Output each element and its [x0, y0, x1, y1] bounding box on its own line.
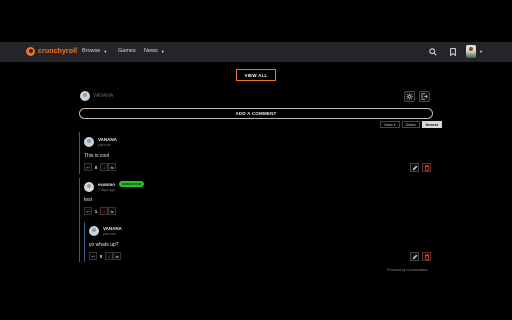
downvote-button[interactable]: ↓ — [105, 252, 113, 260]
sort-oldest[interactable]: Oldest — [401, 121, 420, 128]
avatar — [466, 45, 476, 58]
logo-mark — [26, 47, 35, 56]
share-icon[interactable]: ⇆ — [113, 252, 121, 260]
sort-newest[interactable]: Newest — [421, 121, 442, 128]
crunchyroll-logo[interactable]: crunchyroll — [26, 47, 77, 56]
vote-count: 0 — [94, 164, 98, 170]
top-navigation: crunchyroll Browse ▼ Games News ▼ ▼ — [0, 42, 512, 62]
reply-author[interactable]: VANANA — [103, 226, 122, 231]
reply-time: just now — [103, 232, 116, 236]
moderator-badge: MODERATOR — [119, 181, 145, 187]
logo-text: crunchyroll — [38, 48, 78, 55]
add-comment-button[interactable]: ADD A COMMENT — [79, 108, 433, 119]
edit-button[interactable] — [410, 163, 419, 172]
reply-icon[interactable]: ↩ — [84, 163, 92, 171]
downvote-button[interactable]: ↓ — [100, 163, 108, 171]
chevron-down-icon: ▼ — [160, 48, 165, 54]
avatar — [80, 91, 90, 101]
gear-icon — [406, 93, 413, 100]
comment-header: VANANA just now — [84, 137, 117, 147]
sort-bar: Votes ▾ Oldest Newest — [380, 121, 442, 128]
comment-time: 2 days ago — [98, 188, 116, 192]
nav-news-label: News — [144, 48, 158, 54]
delete-button[interactable] — [422, 163, 431, 172]
vote-count: 0 — [99, 253, 103, 259]
composer-user: VANANA — [80, 91, 113, 101]
composer-username: VANANA — [93, 93, 114, 99]
trash-icon — [424, 253, 429, 260]
powered-by[interactable]: Powered by Commentano — [387, 268, 427, 272]
reply-icon[interactable]: ↩ — [84, 207, 92, 215]
reply-text: yo whats up? — [89, 242, 119, 248]
chevron-down-icon: ▼ — [103, 48, 108, 54]
avatar — [84, 181, 94, 192]
bookmark-icon[interactable] — [447, 46, 458, 57]
thread-line — [79, 178, 80, 262]
profile-menu[interactable]: ▼ — [466, 45, 483, 58]
nav-news[interactable]: News ▼ — [144, 48, 165, 54]
nav-browse[interactable]: Browse ▼ — [82, 48, 107, 54]
nav-browse-label: Browse — [82, 48, 101, 54]
share-icon[interactable]: ⇆ — [108, 163, 116, 171]
comment-text: This is cool — [84, 153, 110, 159]
trash-icon — [424, 164, 429, 171]
comment-header: evanmo MODERATOR 2 days ago — [84, 181, 145, 192]
vote-count: 1 — [94, 208, 98, 214]
chevron-down-icon: ▼ — [479, 49, 483, 54]
comment-author[interactable]: VANANA — [98, 137, 117, 142]
search-icon[interactable] — [427, 46, 438, 57]
vote-controls: ↩ 0 ↓ ⇆ — [89, 252, 121, 260]
settings-button[interactable] — [404, 91, 415, 102]
pencil-icon — [412, 165, 417, 170]
view-all-button[interactable]: VIEW ALL — [236, 69, 276, 81]
logout-icon — [421, 93, 428, 100]
reply-icon[interactable]: ↩ — [89, 252, 97, 260]
share-icon[interactable]: ⇆ — [108, 207, 116, 215]
comment-time: just now — [98, 143, 111, 147]
nav-games[interactable]: Games — [118, 48, 136, 54]
downvote-button[interactable]: ↓ — [100, 207, 108, 215]
delete-button[interactable] — [422, 252, 431, 261]
pencil-icon — [412, 254, 417, 259]
comment-author[interactable]: evanmo — [98, 182, 115, 187]
logout-button[interactable] — [419, 91, 430, 102]
nav-games-label: Games — [118, 48, 136, 54]
vote-controls: ↩ 1 ↓ ⇆ — [84, 207, 116, 215]
avatar — [84, 137, 94, 147]
reply-thread-line — [84, 222, 85, 262]
vote-controls: ↩ 0 ↓ ⇆ — [84, 163, 116, 171]
comment-text: test — [84, 197, 93, 203]
reply-header: VANANA just now — [89, 226, 122, 236]
edit-button[interactable] — [410, 252, 419, 261]
thread-line — [79, 132, 80, 174]
sort-votes[interactable]: Votes ▾ — [380, 121, 400, 128]
avatar — [89, 226, 99, 236]
